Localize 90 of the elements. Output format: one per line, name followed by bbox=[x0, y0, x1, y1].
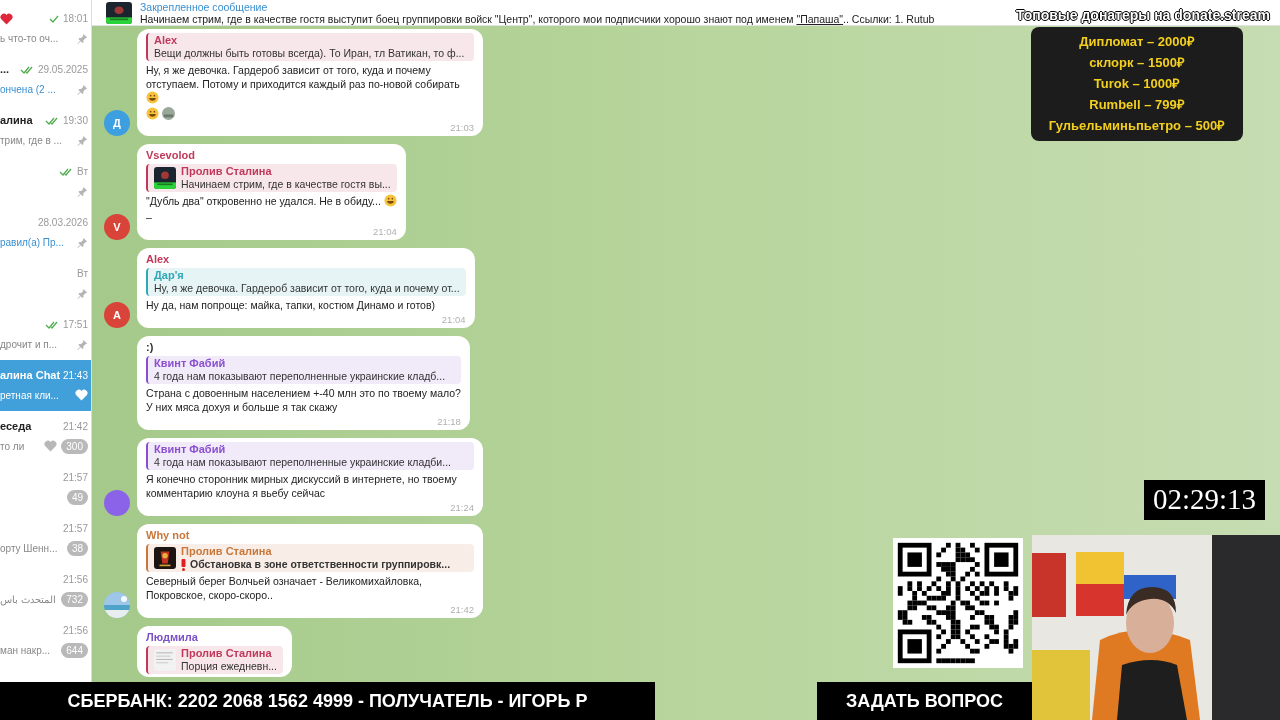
chat-preview: орту Шенн... bbox=[0, 541, 58, 556]
chat-preview: ончена (2 ... bbox=[0, 82, 56, 97]
reply-text: Порция ежедневн... bbox=[181, 660, 277, 673]
chat-time: 21:57 bbox=[62, 522, 88, 536]
chat-time: 28.03.2026 bbox=[37, 216, 88, 230]
chat-time: 21:57 bbox=[62, 471, 88, 485]
chat-time: 17:51 bbox=[62, 318, 88, 332]
reply-author: Alex bbox=[154, 34, 179, 47]
chat-time: 21:56 bbox=[62, 624, 88, 638]
chat-time: 21:42 bbox=[62, 420, 88, 434]
pinned-label: Закрепленное сообщение bbox=[140, 0, 269, 13]
sender-name[interactable]: Alex bbox=[146, 252, 466, 266]
message-text: Я конечно сторонник мирных дискуссий в интернете, но твоему комментарию клоуна я вьебу сейчас bbox=[146, 473, 457, 499]
chat-preview: ь что-то оч... bbox=[0, 31, 59, 46]
reply-quote[interactable]: Пролив Сталина Начинаем стрим, где в качестве гостя вы... bbox=[146, 164, 397, 192]
emoji-icon bbox=[146, 107, 159, 120]
chat-list-item[interactable]: алина Chat 21:43 ретная кли... bbox=[0, 360, 91, 411]
user-avatar[interactable]: V bbox=[104, 214, 130, 240]
message-time: 21:04 bbox=[373, 226, 397, 237]
message-time: 21:04 bbox=[441, 314, 466, 325]
donor-entry: Turok – 1000₽ bbox=[1093, 75, 1181, 93]
unread-count: 49 bbox=[66, 489, 88, 505]
sender-name[interactable]: Людмила bbox=[146, 630, 283, 644]
donor-entry: склорк – 1500₽ bbox=[1089, 54, 1185, 72]
reply-author: Пролив Сталина bbox=[181, 545, 273, 558]
chat-title: еседа bbox=[0, 419, 32, 435]
chat-time: 29.05.2025 bbox=[37, 63, 88, 77]
reply-quote[interactable]: Дар'я Ну, я же девочка. Гардероб зависит от того, куда и почему от... bbox=[146, 268, 466, 296]
chat-time: Вт bbox=[77, 165, 88, 179]
reply-author: Дар'я bbox=[154, 269, 185, 282]
message-text: Северный берег Волчьей означает - Великомихайловка, Покровское, скоро-скоро.. bbox=[146, 575, 422, 601]
message-text: "Дубль два" откровенно не удался. Не в обиду... bbox=[146, 195, 381, 207]
chat-time: 21:43 bbox=[62, 369, 88, 383]
message-time: 21:03 bbox=[450, 122, 474, 133]
reply-author: Пролив Сталина bbox=[181, 647, 273, 660]
chat-preview: трим, где в ... bbox=[0, 133, 62, 148]
chat-time: 19:30 bbox=[62, 114, 88, 128]
chat-preview: то ли bbox=[0, 439, 25, 454]
reply-author: Квинт Фабий bbox=[154, 357, 227, 370]
message-text: Страна с довоенным населением +-40 млн это по твоему мало? У них мяса дохуя и больше я так скажу bbox=[146, 387, 461, 413]
chat-time: 18:01 bbox=[62, 12, 88, 26]
reply-text: Начинаем стрим, где в качестве гостя вы... bbox=[181, 178, 391, 191]
reply-quote[interactable]: Квинт Фабий 4 года нам показывают переполненные украинские кладб... bbox=[146, 356, 461, 384]
reply-quote[interactable]: Alex Вещи должны быть готовы всегда). То Иран, тл Ватикан, то ф... bbox=[146, 33, 474, 61]
reply-text: Ну, я же девочка. Гардероб зависит от того, куда и почему от... bbox=[154, 282, 460, 295]
chat-title: алина Chat bbox=[0, 368, 61, 384]
reply-author: Пролив Сталина bbox=[181, 165, 273, 178]
chat-time: 21:56 bbox=[62, 573, 88, 587]
reply-text: Обстановка в зоне ответственности группировк... bbox=[190, 558, 451, 571]
user-avatar[interactable]: Д bbox=[104, 110, 130, 136]
user-avatar[interactable] bbox=[104, 490, 130, 516]
donors-title: Топовые донатеры на donate.stream bbox=[1015, 6, 1270, 26]
unread-count: 300 bbox=[61, 438, 88, 454]
unread-count: 732 bbox=[61, 591, 88, 607]
chat-title: ... bbox=[0, 62, 10, 78]
unread-count: 38 bbox=[66, 540, 88, 556]
chat-preview: ман накр... bbox=[0, 643, 51, 658]
reply-quote[interactable]: Квинт Фабий 4 года нам показывают переполненные украинские кладби... bbox=[146, 442, 474, 470]
chat-preview: ретная кли... bbox=[0, 388, 59, 403]
donor-entry: Rumbell – 799₽ bbox=[1089, 96, 1185, 114]
chat-preview: المتحدث باس bbox=[0, 592, 56, 607]
reply-quote[interactable]: Пролив Сталина Обстановка в зоне ответственности группировк... bbox=[146, 544, 474, 572]
user-avatar[interactable]: A bbox=[104, 302, 130, 328]
reply-quote[interactable]: Пролив Сталина Порция ежедневн... bbox=[146, 646, 283, 674]
sender-name[interactable]: :) bbox=[146, 340, 461, 354]
bank-banner: СБЕРБАНК: 2202 2068 1562 4999 - ПОЛУЧАТЕЛЬ - ИГОРЬ Р bbox=[0, 682, 655, 720]
sender-name[interactable]: Why not bbox=[146, 528, 474, 542]
chat-preview: дрочит и п... bbox=[0, 337, 57, 352]
chat-title: алина bbox=[0, 113, 33, 129]
reply-text: Вещи должны быть готовы всегда). То Иран, тл Ватикан, то ф... bbox=[154, 47, 465, 60]
message-text: – bbox=[146, 210, 153, 224]
donor-entry: Дипломат – 2000₽ bbox=[1079, 33, 1195, 51]
message-text: Ну, я же девочка. Гардероб зависит от того, куда и почему отступаем. Потому и приходится каждый раз по-новой собирать bbox=[146, 64, 460, 90]
reply-author: Квинт Фабий bbox=[154, 443, 227, 456]
chat-preview: равил(а) Пр... bbox=[0, 235, 64, 250]
donor-entry: Гульельминьпьетро – 500₽ bbox=[1048, 117, 1226, 135]
chat-time: Вт bbox=[77, 267, 88, 281]
message-time: 21:18 bbox=[437, 416, 461, 427]
stream-timer: 02:29:13 bbox=[1144, 480, 1265, 520]
pinned-text: Начинаем стрим, где в качестве гостя выступит боец группировки войск "Центр", которого мои подписчики хорошо знают под именем "Папаша".. Ссылки: 1. Rutub bbox=[140, 12, 935, 25]
message-time: 21:42 bbox=[450, 604, 474, 615]
unread-count: 644 bbox=[61, 642, 88, 658]
reactor-avatar bbox=[162, 107, 175, 120]
message-time: 21:24 bbox=[450, 502, 474, 513]
pinned-link[interactable]: "Папаша" bbox=[796, 12, 844, 25]
reply-text: 4 года нам показывают переполненные украинские кладб... bbox=[154, 370, 446, 383]
reply-text: 4 года нам показывают переполненные украинские кладби... bbox=[154, 456, 451, 469]
ask-question-banner: ЗАДАТЬ ВОПРОС bbox=[817, 682, 1032, 720]
message-text: Ну да, нам попроще: майка, тапки, костюм Динамо и готов) bbox=[146, 299, 436, 311]
sender-name[interactable]: Vsevolod bbox=[146, 148, 397, 162]
